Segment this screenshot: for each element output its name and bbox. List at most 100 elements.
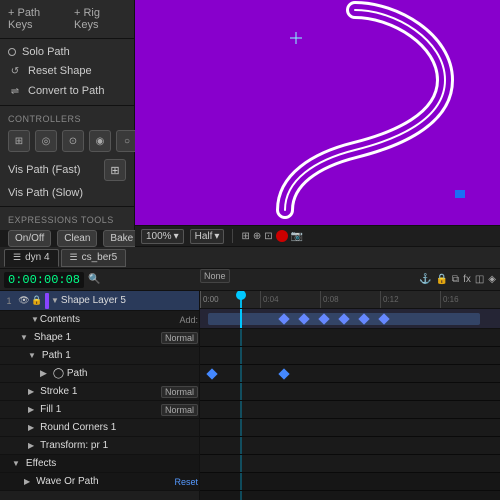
- round-corners-triangle[interactable]: ▶: [28, 423, 34, 432]
- onoff-btn[interactable]: On/Off: [8, 230, 51, 247]
- camera-icon[interactable]: 📷: [291, 231, 303, 242]
- reset-icon: ↺: [8, 64, 22, 78]
- tab-dyn4-icon: ☰: [13, 252, 21, 263]
- anchor-icon[interactable]: ⚓: [419, 274, 431, 285]
- grid-icon[interactable]: ⊞: [241, 231, 249, 242]
- fx-icon[interactable]: fx: [463, 274, 471, 285]
- track-o-path: [200, 383, 500, 401]
- track-transform: [200, 455, 500, 473]
- track-round-corners: [200, 437, 500, 455]
- zoom-in-icon[interactable]: ⊕: [253, 231, 261, 242]
- lock-switch[interactable]: 🔒: [31, 295, 43, 307]
- eye-switch[interactable]: 👁: [18, 295, 30, 307]
- track-fill1: [200, 419, 500, 437]
- timeline-area: ☰ dyn 4 ☰ cs_ber5 0:00:00:08 🔍 ⚓ 🔒 ⧉ fx …: [0, 247, 500, 500]
- s-curve-svg: [135, 0, 500, 230]
- tab-cs-ber5[interactable]: ☰ cs_ber5: [61, 249, 127, 267]
- expressions-label: EXPRESSIONS TOOLS: [0, 211, 134, 227]
- frame-blend-icon[interactable]: ◈: [488, 274, 496, 285]
- track-wave-path: [200, 491, 500, 500]
- vis-path-fast-row: Vis Path (Fast) ⊞: [0, 156, 134, 184]
- o-path-triangle[interactable]: ▶: [40, 368, 47, 379]
- shape1-triangle[interactable]: ▼: [20, 333, 28, 342]
- ctrl-btn-4[interactable]: ◉: [89, 130, 111, 152]
- layer-expand-triangle[interactable]: ▼: [51, 296, 59, 305]
- layer-row-path1: ▼ Path 1: [0, 347, 199, 365]
- ctrl-btn-2[interactable]: ◎: [35, 130, 57, 152]
- layer-row-shape5[interactable]: 1 👁 🔒 ▼ Shape Layer 5: [0, 291, 199, 311]
- reset-shape-item[interactable]: ↺ Reset Shape: [0, 61, 134, 81]
- track-shape5: [200, 309, 500, 329]
- layer-row-transform: ▶ Transform: pr 1: [0, 437, 199, 455]
- effects-triangle[interactable]: ▼: [12, 459, 20, 468]
- solo-path-item[interactable]: Solo Path: [0, 43, 134, 61]
- canvas-content: [135, 0, 500, 230]
- layer-row-stroke1: ▶ Stroke 1 Normal: [0, 383, 199, 401]
- clean-btn[interactable]: Clean: [57, 230, 97, 247]
- layer-switches: 👁 🔒: [18, 295, 43, 307]
- reset-btn[interactable]: Reset: [174, 477, 198, 487]
- layer-row-wave-path: ▶ Wave Or Path Reset: [0, 473, 199, 491]
- transform-triangle[interactable]: ▶: [28, 441, 34, 450]
- stroke1-triangle[interactable]: ▶: [28, 387, 34, 396]
- zoom-chevron: ▾: [174, 231, 179, 242]
- layers-icon[interactable]: ⧉: [452, 274, 459, 285]
- track-path1: [200, 365, 500, 383]
- ctrl-btn-1[interactable]: ⊞: [8, 130, 30, 152]
- record-button[interactable]: [276, 230, 288, 242]
- controllers-grid: ⊞ ◎ ⊙ ◉ ○: [0, 126, 134, 156]
- main-canvas: [135, 0, 500, 230]
- timeline-ruler: 0:00 0:04 0:08 0:12 0:16: [200, 291, 500, 309]
- timeline-controls: 0:00:00:08 🔍 ⚓ 🔒 ⧉ fx ◫ ◈: [0, 269, 500, 291]
- track-effects: [200, 473, 500, 491]
- toolbar-icons: ⊞ ⊕ ⊡ 📷: [241, 230, 303, 242]
- layer-row-effects: ▼ Effects: [0, 455, 199, 473]
- search-magnify-icon[interactable]: 🔍: [88, 274, 100, 285]
- layer-names-panel: 1 👁 🔒 ▼ Shape Layer 5 ▼ Contents Add:: [0, 291, 200, 500]
- ctrl-btn-3[interactable]: ⊙: [62, 130, 84, 152]
- convert-icon: ⇌: [8, 84, 22, 98]
- path-kf-1: [206, 368, 217, 379]
- quality-chevron: ▾: [214, 231, 219, 242]
- track-shape1: [200, 347, 500, 365]
- timeline-body: 1 👁 🔒 ▼ Shape Layer 5 ▼ Contents Add:: [0, 291, 500, 500]
- time-display[interactable]: 0:00:00:08: [4, 272, 84, 288]
- track-stroke1: [200, 401, 500, 419]
- controllers-label: CONTROLLERS: [0, 110, 134, 126]
- path1-triangle[interactable]: ▼: [28, 351, 36, 360]
- layer-row-round-corners: ▶ Round Corners 1: [0, 419, 199, 437]
- add-label: Add:: [179, 315, 198, 325]
- path-keys-btn[interactable]: + Path Keys: [8, 7, 66, 31]
- layer-row-fill1: ▶ Fill 1 Normal: [0, 401, 199, 419]
- solo-dot: [8, 48, 16, 56]
- motion-blur-icon[interactable]: ◫: [475, 274, 484, 285]
- wave-path-triangle[interactable]: ▶: [24, 477, 30, 486]
- vis-path-slow-label: Vis Path (Slow): [8, 187, 126, 199]
- fit-icon[interactable]: ⊡: [264, 231, 272, 242]
- tab-bar: ☰ dyn 4 ☰ cs_ber5: [0, 247, 500, 269]
- quality-dropdown[interactable]: Half ▾: [190, 229, 225, 244]
- layer-color-bar: [45, 293, 49, 309]
- convert-to-path-item[interactable]: ⇌ Convert to Path: [0, 81, 134, 101]
- layer-name-shape5: Shape Layer 5: [61, 295, 198, 306]
- tab-cs-ber5-icon: ☰: [70, 252, 78, 263]
- track-contents: [200, 329, 500, 347]
- rig-keys-btn[interactable]: + Rig Keys: [74, 7, 126, 31]
- zoom-dropdown[interactable]: 100% ▾: [141, 229, 184, 244]
- toolbar-sep-1: [232, 229, 233, 243]
- canvas-toolbar: 100% ▾ Half ▾ ⊞ ⊕ ⊡ 📷: [135, 225, 500, 247]
- layer-row-shape1: ▼ Shape 1 Normal: [0, 329, 199, 347]
- top-bar: + Path Keys + Rig Keys: [0, 4, 134, 34]
- contents-triangle[interactable]: ▼: [31, 315, 39, 324]
- lock-icon[interactable]: 🔒: [435, 274, 447, 285]
- layer-left-shape5: 1 👁 🔒 ▼ Shape Layer 5: [0, 293, 200, 309]
- vis-path-fast-btn[interactable]: ⊞: [104, 159, 126, 181]
- vis-path-fast-label: Vis Path (Fast): [8, 164, 98, 176]
- vis-path-slow-row: Vis Path (Slow): [0, 184, 134, 202]
- timeline-tracks: 0:00 0:04 0:08 0:12 0:16: [200, 291, 500, 500]
- tab-dyn4[interactable]: ☰ dyn 4: [4, 249, 59, 267]
- playhead-track1: [240, 309, 242, 328]
- left-panel: + Path Keys + Rig Keys Solo Path ↺ Reset…: [0, 0, 135, 230]
- layer-row-o-path: ▶ ◯ Path: [0, 365, 199, 383]
- fill1-triangle[interactable]: ▶: [28, 405, 34, 414]
